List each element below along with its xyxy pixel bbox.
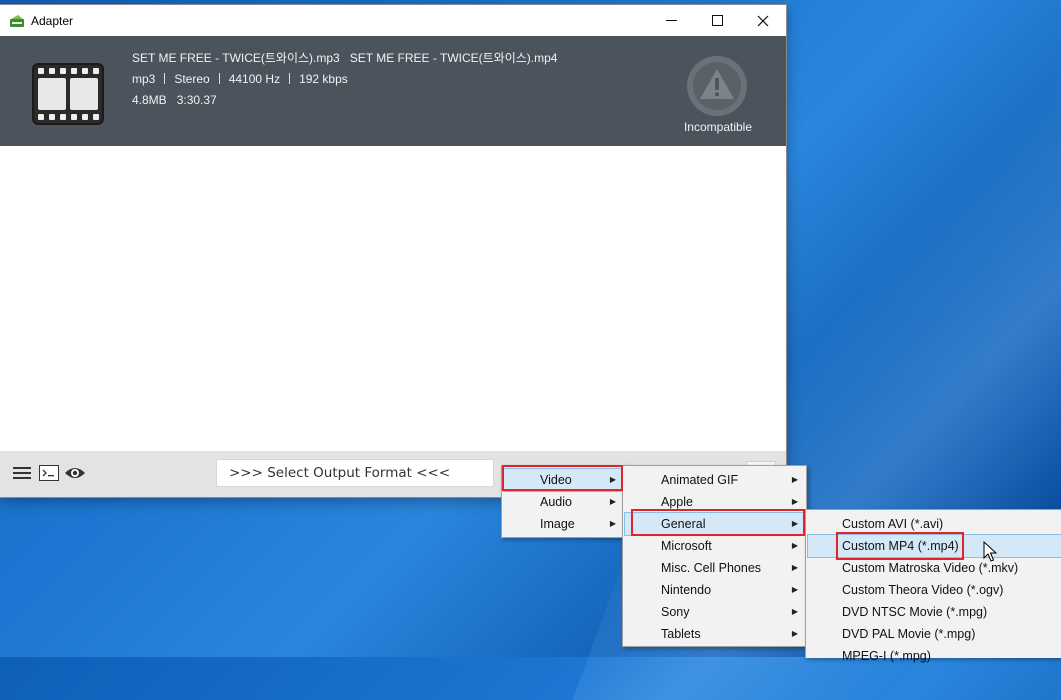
app-window: Adapter SET ME FREE - TWICE(트와이스).mp3 SE… <box>0 5 786 497</box>
file-list-area[interactable] <box>0 146 786 451</box>
minimize-icon <box>665 19 677 21</box>
menu-item-label: Image <box>540 517 575 531</box>
app-logo-icon <box>10 14 24 27</box>
minimize-button[interactable] <box>648 5 694 36</box>
menu-item-custom-mkv[interactable]: Custom Matroska Video (*.mkv) <box>808 557 1061 579</box>
chevron-right-icon: ▶ <box>791 563 798 572</box>
menu-item-nintendo[interactable]: Nintendo ▶ <box>625 579 804 601</box>
menu-item-label: Audio <box>540 495 572 509</box>
menu-item-mpeg1[interactable]: MPEG-I (*.mpg) <box>808 645 1061 667</box>
channels: Stereo <box>174 72 210 86</box>
menu-button[interactable] <box>11 463 33 483</box>
close-button[interactable] <box>740 5 786 36</box>
bitrate: 192 kbps <box>299 72 348 86</box>
annotation-box-video <box>502 465 623 491</box>
file-size: 4.8MB <box>132 93 167 107</box>
warning-icon <box>687 56 747 116</box>
menu-item-sony[interactable]: Sony ▶ <box>625 601 804 623</box>
annotation-box-custom-mp4 <box>836 532 964 560</box>
menu-item-label: MPEG-I (*.mpg) <box>842 649 931 663</box>
title-bar: Adapter <box>0 5 786 36</box>
film-strip-icon <box>32 63 104 125</box>
menu-item-label: DVD PAL Movie (*.mpg) <box>842 627 976 641</box>
window-title: Adapter <box>31 13 74 28</box>
close-icon <box>757 15 769 26</box>
menu-item-label: Misc. Cell Phones <box>661 561 762 575</box>
annotation-box-general <box>631 509 805 536</box>
menu-item-label: Custom Matroska Video (*.mkv) <box>842 561 1019 575</box>
menu-item-label: Nintendo <box>661 583 712 597</box>
hamburger-icon <box>13 467 31 479</box>
menu-item-label: Microsoft <box>661 539 712 553</box>
menu-item-label: Custom Theora Video (*.ogv) <box>842 583 1004 597</box>
menu-item-custom-ogv[interactable]: Custom Theora Video (*.ogv) <box>808 579 1061 601</box>
chevron-right-icon: ▶ <box>791 475 798 484</box>
chevron-right-icon: ▶ <box>791 541 798 550</box>
video-submenu: Animated GIF ▶ Apple ▶ General ▶ Microso… <box>622 465 807 647</box>
output-file-name: SET ME FREE - TWICE(트와이스).mp4 <box>349 51 558 65</box>
file-format: mp3 <box>132 72 156 86</box>
menu-item-animated-gif[interactable]: Animated GIF ▶ <box>625 469 804 491</box>
menu-item-label: Sony <box>661 605 690 619</box>
menu-item-audio[interactable]: Audio ▶ <box>504 491 622 513</box>
maximize-button[interactable] <box>694 5 740 36</box>
chevron-right-icon: ▶ <box>609 497 616 506</box>
menu-item-dvd-pal[interactable]: DVD PAL Movie (*.mpg) <box>808 623 1061 645</box>
preview-button[interactable] <box>64 463 86 483</box>
menu-item-label: Apple <box>661 495 693 509</box>
menu-item-tablets[interactable]: Tablets ▶ <box>625 623 804 645</box>
eye-icon <box>65 468 85 478</box>
maximize-icon <box>711 15 723 26</box>
file-info-panel[interactable]: SET ME FREE - TWICE(트와이스).mp3 SET ME FRE… <box>0 36 786 146</box>
output-format-select[interactable]: >>> Select Output Format <<< <box>216 459 494 487</box>
menu-item-label: Tablets <box>661 627 701 641</box>
chevron-right-icon: ▶ <box>609 519 616 528</box>
file-size-duration: 4.8MB 3:30.37 <box>132 93 217 107</box>
chevron-right-icon: ▶ <box>791 585 798 594</box>
menu-item-dvd-ntsc[interactable]: DVD NTSC Movie (*.mpg) <box>808 601 1061 623</box>
sample-rate: 44100 Hz <box>228 72 281 86</box>
audio-properties: mp3 Stereo 44100 Hz 192 kbps <box>132 72 348 86</box>
menu-item-microsoft[interactable]: Microsoft ▶ <box>625 535 804 557</box>
mouse-cursor-icon <box>983 541 997 562</box>
terminal-button[interactable] <box>38 463 60 483</box>
input-file-name: SET ME FREE - TWICE(트와이스).mp3 <box>132 51 340 65</box>
menu-item-label: Custom AVI (*.avi) <box>842 517 944 531</box>
menu-item-image[interactable]: Image ▶ <box>504 513 622 535</box>
status-label: Incompatible <box>683 120 753 134</box>
duration: 3:30.37 <box>176 93 217 107</box>
menu-item-label: Animated GIF <box>661 473 739 487</box>
chevron-right-icon: ▶ <box>791 607 798 616</box>
file-names: SET ME FREE - TWICE(트와이스).mp3 SET ME FRE… <box>132 49 557 66</box>
menu-item-misc-cell-phones[interactable]: Misc. Cell Phones ▶ <box>625 557 804 579</box>
chevron-right-icon: ▶ <box>791 629 798 638</box>
terminal-icon <box>39 465 59 481</box>
menu-item-label: DVD NTSC Movie (*.mpg) <box>842 605 988 619</box>
